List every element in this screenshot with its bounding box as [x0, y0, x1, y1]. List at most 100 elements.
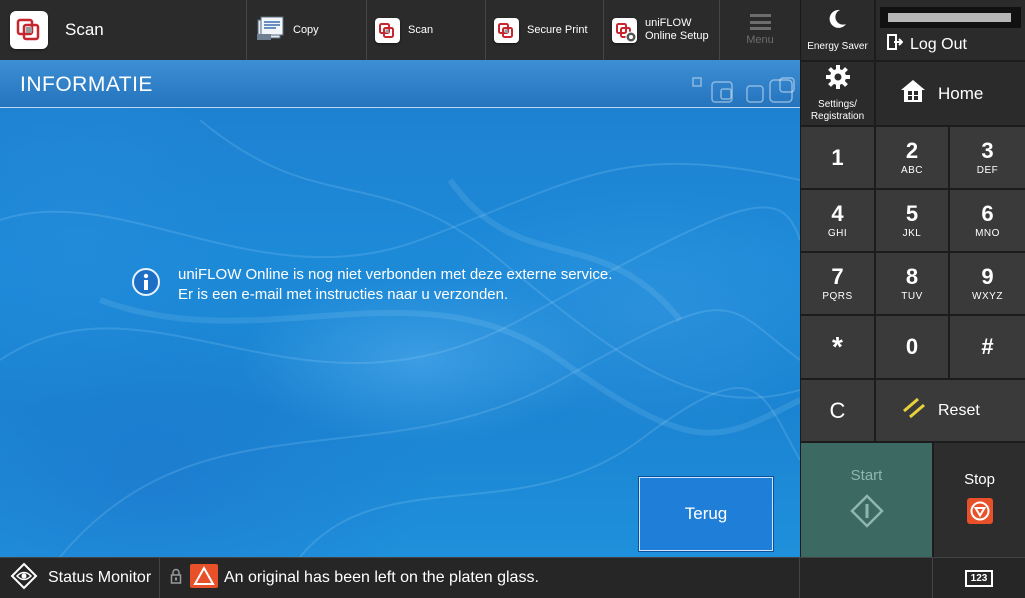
stop-icon	[966, 498, 993, 529]
decorative-squares-icon	[692, 77, 795, 103]
key-6-letters: MNO	[975, 228, 1000, 239]
shortcut-uniflow-setup-label: uniFLOW Online Setup	[645, 17, 709, 42]
key-5[interactable]: 5 JKL	[876, 190, 948, 251]
key-0[interactable]: 0	[876, 316, 948, 378]
key-7-digit: 7	[831, 264, 844, 289]
information-panel: INFORMATIE uniFLOW Online is nog niet ve…	[0, 60, 800, 557]
info-line-2: Er is een e-mail met instructies naar u …	[178, 286, 509, 303]
start-button[interactable]: Start	[801, 443, 932, 557]
status-bar: Status Monitor An original has been left…	[0, 557, 1025, 598]
key-0-digit: 0	[905, 334, 919, 359]
shortcut-scan[interactable]: Scan	[367, 0, 486, 60]
info-message: uniFLOW Online is nog niet verbonden met…	[132, 265, 612, 305]
uniflow-app-icon	[10, 11, 48, 49]
current-app-scan[interactable]: Scan	[0, 0, 247, 60]
status-message: An original has been left on the platen …	[160, 558, 800, 598]
copy-icon	[255, 14, 285, 47]
warning-icon	[190, 563, 218, 593]
eye-icon	[10, 562, 38, 595]
key-3-letters: DEF	[976, 165, 999, 176]
counter-icon: 123	[964, 569, 994, 587]
key-7-letters: PQRS	[822, 291, 853, 302]
top-bar: Scan Copy Scan Secure Print uniFLOW Onli…	[0, 0, 800, 60]
key-2-letters: ABC	[900, 165, 924, 176]
uniflow-scan-icon	[375, 17, 400, 43]
home-icon	[900, 78, 926, 109]
info-line-1: uniFLOW Online is nog niet verbonden met…	[178, 266, 613, 283]
counter-check-button[interactable]: 123	[933, 558, 1025, 598]
key-4[interactable]: 4 GHI	[801, 190, 874, 251]
status-message-text: An original has been left on the platen …	[224, 569, 539, 586]
hamburger-icon	[749, 14, 771, 30]
shortcut-copy-label: Copy	[293, 23, 319, 36]
reset-button[interactable]: Reset	[876, 380, 1025, 441]
key-hash-symbol: #	[981, 334, 994, 359]
info-icon	[132, 268, 160, 296]
key-asterisk-symbol: *	[832, 331, 843, 362]
key-8-digit: 8	[905, 264, 919, 289]
key-2-digit: 2	[905, 138, 919, 163]
uniflow-setup-icon	[612, 17, 637, 43]
key-5-letters: JKL	[902, 228, 922, 239]
menu-label: Menu	[746, 34, 774, 46]
key-6-digit: 6	[981, 201, 994, 226]
key-asterisk[interactable]: *	[801, 316, 874, 378]
energy-saver-button[interactable]: Energy Saver	[801, 0, 874, 60]
start-label: Start	[850, 467, 883, 484]
key-3[interactable]: 3 DEF	[950, 127, 1025, 188]
status-spacer	[800, 558, 933, 598]
key-9-letters: WXYZ	[972, 291, 1003, 302]
shortcut-secure-print-label: Secure Print	[527, 23, 588, 36]
key-8-letters: TUV	[901, 291, 923, 302]
key-1[interactable]: 1	[801, 127, 874, 188]
key-hash[interactable]: #	[950, 316, 1025, 378]
clear-button[interactable]: C	[801, 380, 874, 441]
stop-button[interactable]: Stop	[934, 443, 1025, 557]
reset-label: Reset	[938, 401, 980, 419]
back-button[interactable]: Terug	[639, 477, 773, 551]
menu-button[interactable]: Menu	[720, 0, 800, 60]
key-8[interactable]: 8 TUV	[876, 253, 948, 314]
reset-icon	[902, 397, 926, 424]
key-4-letters: GHI	[827, 228, 848, 239]
status-monitor-label: Status Monitor	[48, 569, 152, 586]
settings-label: Settings/ Registration	[811, 99, 864, 123]
key-4-digit: 4	[831, 201, 844, 226]
stop-label: Stop	[964, 471, 995, 488]
key-3-digit: 3	[981, 138, 994, 163]
info-text: uniFLOW Online is nog niet verbonden met…	[178, 265, 612, 305]
clear-label: C	[829, 397, 846, 423]
status-monitor-button[interactable]: Status Monitor	[0, 558, 160, 598]
gear-icon	[825, 64, 851, 95]
settings-registration-button[interactable]: Settings/ Registration	[801, 62, 874, 125]
start-icon	[849, 494, 884, 533]
lock-icon	[170, 568, 182, 589]
key-1-digit: 1	[831, 144, 844, 170]
shortcut-secure-print[interactable]: Secure Print	[486, 0, 604, 60]
current-app-label: Scan	[65, 20, 104, 39]
key-7[interactable]: 7 PQRS	[801, 253, 874, 314]
user-name-field	[880, 7, 1021, 28]
log-out-button[interactable]: Log Out	[887, 34, 967, 55]
settings-label-line2: Registration	[810, 111, 865, 122]
logout-icon	[887, 34, 904, 55]
key-2[interactable]: 2 ABC	[876, 127, 948, 188]
key-9-digit: 9	[981, 264, 994, 289]
settings-label-line1: Settings/	[818, 99, 857, 110]
uniflow-secure-print-icon	[494, 17, 519, 43]
log-out-label: Log Out	[910, 35, 967, 53]
page-title: INFORMATIE	[20, 73, 153, 96]
energy-saver-label: Energy Saver	[807, 41, 868, 52]
key-9[interactable]: 9 WXYZ	[950, 253, 1025, 314]
shortcut-copy[interactable]: Copy	[247, 0, 367, 60]
key-6[interactable]: 6 MNO	[950, 190, 1025, 251]
user-area: Log Out	[876, 0, 1025, 60]
panel-header: INFORMATIE	[0, 60, 800, 108]
shortcut-scan-label: Scan	[408, 23, 434, 36]
home-label: Home	[938, 83, 984, 103]
control-panel: Energy Saver Log Out Settings/ Registrat…	[801, 0, 1025, 557]
shortcut-uniflow-setup[interactable]: uniFLOW Online Setup	[604, 0, 720, 60]
home-button[interactable]: Home	[876, 62, 1025, 125]
moon-icon	[828, 8, 848, 35]
key-5-digit: 5	[905, 201, 919, 226]
